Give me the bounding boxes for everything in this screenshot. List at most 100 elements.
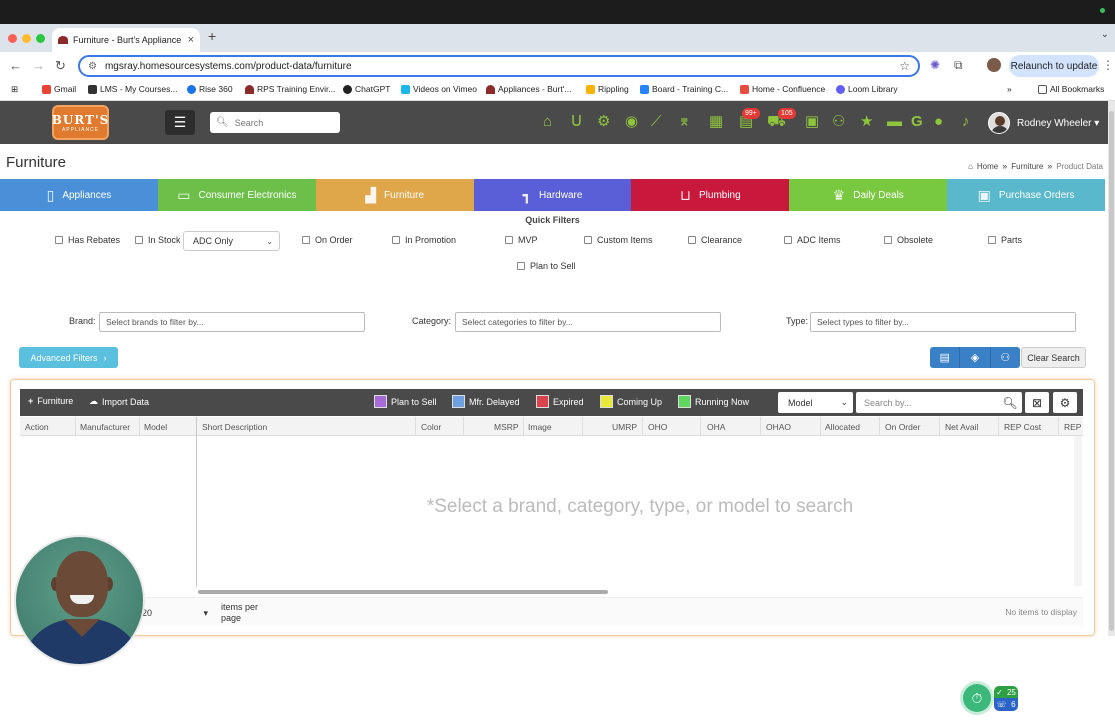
checkbox[interactable] [505,236,513,244]
column-manufacturer[interactable]: Manufacturer [80,422,130,432]
bookmark-rps[interactable]: RPS Training Envir... [245,84,335,94]
search-button[interactable]: 🔍︎ [998,392,1022,413]
site-info-icon[interactable]: ⚙ [88,61,97,72]
filter-has-rebates[interactable]: Has Rebates [55,235,120,245]
folder-icon[interactable]: ▬ [887,114,902,130]
calculator-icon[interactable]: ▦ [709,114,723,130]
profile-avatar[interactable] [987,58,1001,72]
tags-icon[interactable]: ◈ [960,347,991,368]
bookmarks-overflow-icon[interactable]: » [1007,84,1012,94]
filter-parts[interactable]: Parts [988,235,1022,245]
tab-plumbing[interactable]: ⊔ Plumbing [631,179,790,211]
notification-bell-icon[interactable]: ♪ [962,114,970,130]
column-rep-s[interactable]: REP S [1064,422,1082,432]
page-size-select[interactable]: 20 ▾ [138,604,214,622]
adc-select[interactable]: ADC Only ⌄ [183,231,280,251]
breadcrumb-furniture[interactable]: Furniture [1011,162,1043,171]
search-field-select[interactable]: Model ⌄ [778,392,853,413]
browser-tab[interactable]: Furniture - Burt's Appliance S × [52,28,200,52]
extensions-puzzle-icon[interactable]: ⧉ [954,58,963,73]
column-oha[interactable]: OHA [707,422,725,432]
column-umrp[interactable]: UMRP [612,422,637,432]
browser-menu-icon[interactable]: ⋮ [1102,58,1114,72]
archive-icon[interactable]: ▤ [930,347,961,368]
column-color[interactable]: Color [421,422,441,432]
checkbox[interactable] [517,262,525,270]
column-oho[interactable]: OHO [648,422,667,432]
checkbox[interactable] [135,236,143,244]
column-msrp[interactable]: MSRP [494,422,519,432]
bookmark-star-icon[interactable]: ☆ [899,59,910,73]
magnet-icon[interactable]: Ս [571,114,582,130]
timer-widget-icon[interactable]: ⏱ [963,684,991,712]
column-ohao[interactable]: OHAO [766,422,791,432]
apps-grid-icon[interactable]: ⊞ [11,84,18,95]
column-allocated[interactable]: Allocated [825,422,860,432]
reload-icon[interactable]: ↻ [55,58,66,74]
home-icon[interactable]: ⌂ [543,114,552,130]
filter-on-order[interactable]: On Order [302,235,353,245]
grid-horizontal-scrollbar[interactable] [198,590,608,594]
checkbox[interactable] [988,236,996,244]
tab-consumer-electronics[interactable]: ▭ Consumer Electronics [157,179,316,211]
briefcase-icon[interactable]: ▣ [805,114,819,130]
advanced-filters-button[interactable]: Advanced Filters › [19,347,118,368]
column-rep-cost[interactable]: REP Cost [1004,422,1041,432]
bookmark-chatgpt[interactable]: ChatGPT [343,84,390,94]
bookmark-lms[interactable]: LMS - My Courses... [88,84,177,94]
users-icon[interactable]: ⚇ [991,347,1020,368]
bookmark-loom[interactable]: Loom Library [836,84,898,94]
all-bookmarks[interactable]: All Bookmarks [1038,84,1104,94]
checkbox[interactable] [688,236,696,244]
checkbox[interactable] [55,236,63,244]
tab-search-icon[interactable]: ⌄ [1101,29,1109,40]
bookmark-board[interactable]: Board - Training C... [640,84,728,94]
bookmark-appliances[interactable]: Appliances - Burt'... [486,84,571,94]
grid-search-input[interactable]: Search by... [856,392,1018,413]
breadcrumb-home[interactable]: Home [977,162,998,171]
chat-icon[interactable]: ● [934,114,943,130]
settings-gear-icon[interactable]: ⚙ [597,114,610,130]
column-on-order[interactable]: On Order [885,422,920,432]
new-tab-button[interactable]: + [208,28,216,44]
column-action[interactable]: Action [25,422,49,432]
user-menu[interactable]: Rodney Wheeler ▾ [1017,118,1099,129]
users-icon[interactable]: ⚇ [832,114,845,130]
filter-obsolete[interactable]: Obsolete [884,235,933,245]
location-pin-icon[interactable]: ◉ [625,114,638,130]
page-scrollbar[interactable] [1108,101,1115,636]
column-model[interactable]: Model [144,422,167,432]
tab-purchase-orders[interactable]: ▣ Purchase Orders [947,179,1106,211]
menu-toggle-button[interactable]: ☰ [165,110,195,135]
filter-custom-items[interactable]: Custom Items [584,235,653,245]
checkbox[interactable] [784,236,792,244]
bookmark-confluence[interactable]: Home - Confluence [740,84,825,94]
brand-select[interactable]: Select brands to filter by... [99,312,365,332]
maximize-window-button[interactable] [36,34,45,43]
import-data-button[interactable]: ☁ Import Data [89,396,149,407]
close-window-button[interactable] [8,34,17,43]
line-chart-icon[interactable]: ⟋ [651,114,662,130]
burts-logo[interactable]: BURT'S APPLIANCE [52,105,109,140]
tab-hardware[interactable]: ┓ Hardware [473,179,632,211]
graduation-cap-icon[interactable]: ⌆ [678,114,691,130]
checkbox[interactable] [392,236,400,244]
filter-clearance[interactable]: Clearance [688,235,742,245]
favorites-star-icon[interactable]: ★ [860,114,873,130]
minimize-window-button[interactable] [22,34,31,43]
checkbox[interactable] [584,236,592,244]
header-search-input[interactable] [234,117,335,128]
google-icon[interactable]: G [911,114,923,130]
type-select[interactable]: Select types to filter by... [810,312,1076,332]
bookmark-rippling[interactable]: Rippling [586,84,629,94]
bookmark-rise[interactable]: Rise 360 [187,84,233,94]
excel-export-button[interactable]: ⊠ [1025,392,1049,413]
tab-appliances[interactable]: ▯ Appliances [0,179,158,211]
filter-in-stock[interactable]: In Stock [135,235,181,245]
tab-daily-deals[interactable]: ♛ Daily Deals [789,179,948,211]
grid-settings-button[interactable]: ⚙ [1053,392,1077,413]
category-select[interactable]: Select categories to filter by... [455,312,721,332]
address-bar[interactable]: ⚙ mgsray.homesourcesystems.com/product-d… [78,55,920,77]
clear-search-button[interactable]: Clear Search [1021,347,1086,368]
back-icon[interactable]: ← [9,58,22,73]
